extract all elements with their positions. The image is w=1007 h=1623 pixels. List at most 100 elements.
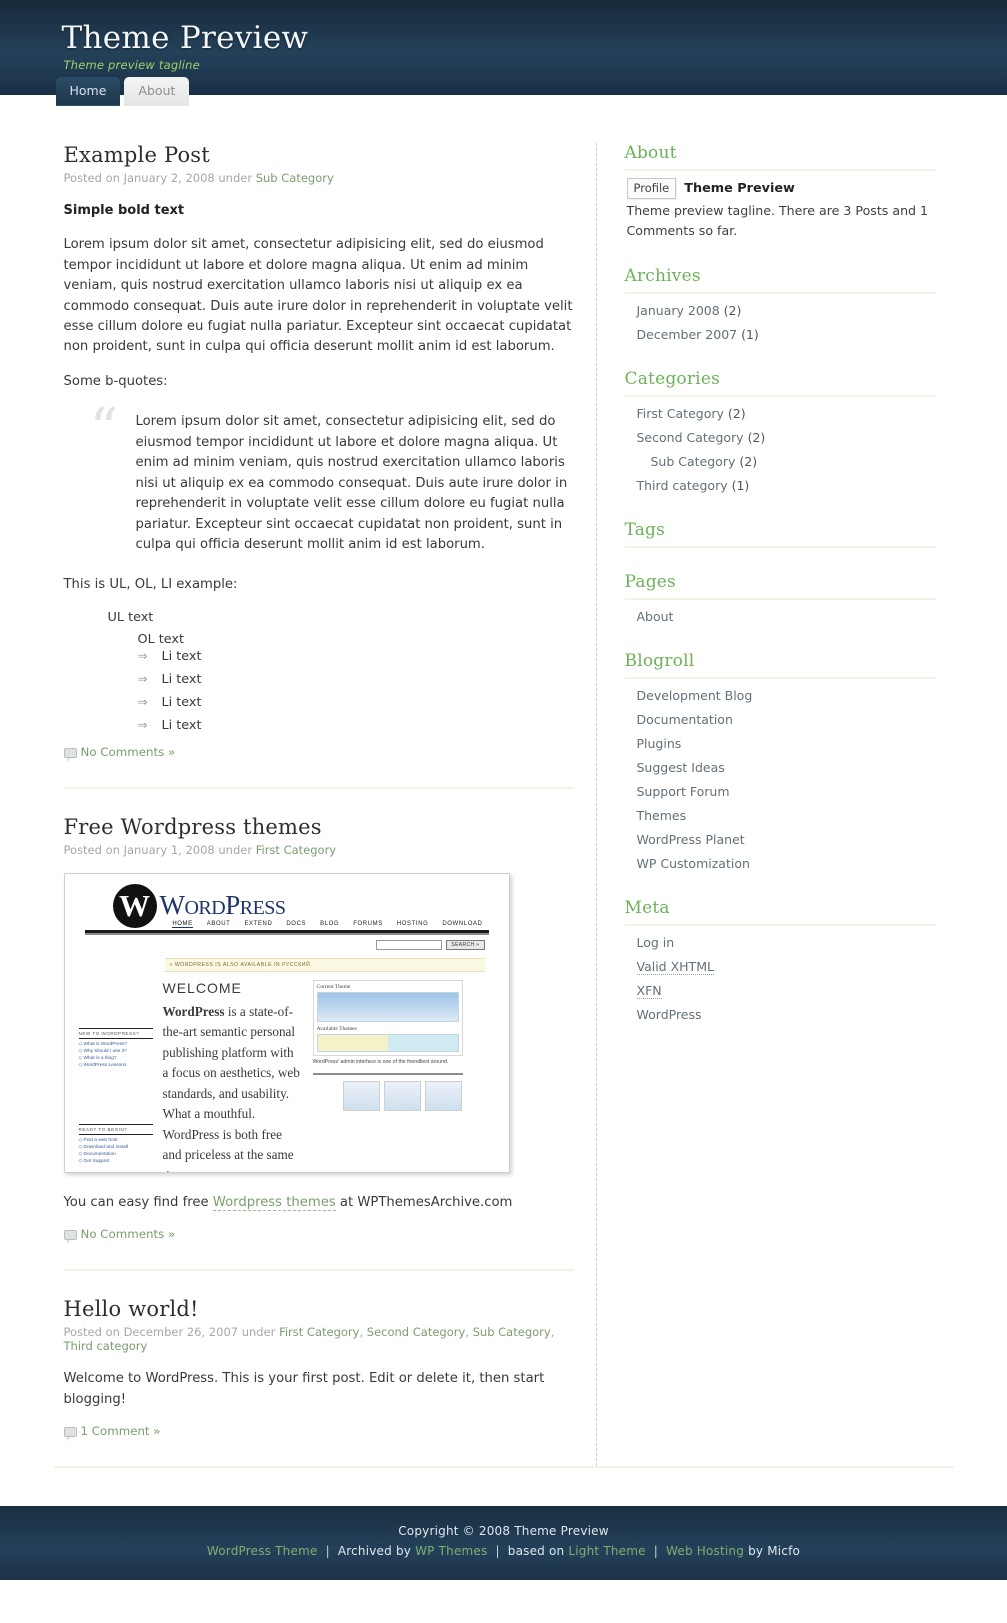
list-item[interactable]: Sub Category (2): [637, 452, 936, 472]
list-item: ⇒ Li text: [138, 649, 574, 664]
ul-item: UL text OL text ⇒ Li text ⇒ Li text ⇒ Li te…: [108, 610, 574, 733]
comments-link-label[interactable]: No Comments »: [81, 1227, 176, 1241]
blogroll-link[interactable]: Development Blog: [637, 688, 753, 703]
content-column: Example Post Posted on January 2, 2008 u…: [54, 143, 584, 1466]
post-title[interactable]: Hello world!: [64, 1297, 574, 1321]
nav-item-about[interactable]: About: [124, 77, 190, 107]
page-link[interactable]: About: [637, 609, 674, 624]
wp-nav-home: HOME: [172, 920, 193, 928]
meta-link-login[interactable]: Log in: [637, 935, 675, 950]
footer-link-wordpress-theme[interactable]: WordPress Theme: [207, 1544, 318, 1558]
list-item[interactable]: January 2008 (2): [637, 301, 936, 321]
footer-link-web-hosting[interactable]: Web Hosting: [666, 1544, 744, 1558]
wordmark-ress: RESS: [239, 897, 286, 920]
wp-side-item: ◇ What is a blog?: [78, 1055, 117, 1061]
list-item[interactable]: Valid XHTML: [636, 957, 936, 977]
blogroll-link[interactable]: Themes: [637, 808, 687, 823]
wordmark-w: W: [159, 890, 185, 921]
post-category-link[interactable]: Second Category: [367, 1325, 466, 1339]
blogroll-link[interactable]: Support Forum: [637, 784, 730, 799]
post-comments-link[interactable]: No Comments »: [63, 745, 574, 762]
list-item[interactable]: Second Category (2): [637, 428, 936, 448]
nav-link-about[interactable]: About: [124, 77, 190, 107]
list-item[interactable]: Plugins: [637, 734, 936, 754]
widget-title-meta: Meta: [624, 898, 936, 926]
category-link[interactable]: Second Category: [637, 430, 744, 445]
meta-link-valid-xhtml[interactable]: Valid XHTML: [636, 958, 714, 975]
li-list: ⇒ Li text ⇒ Li text ⇒ Li text ⇒ Li text: [138, 649, 574, 733]
post-meta-prefix: Posted on December 26, 2007 under: [63, 1325, 276, 1340]
list-item[interactable]: WP Customization: [637, 854, 936, 874]
post-paragraph: Lorem ipsum dolor sit amet, consectetur …: [63, 237, 573, 355]
wordpress-screenshot-image[interactable]: W WORDPRESS HOME ABOUT EXTEND DOCS BLOG: [63, 872, 510, 1173]
comments-link-label[interactable]: No Comments »: [81, 745, 176, 759]
wp-side-item: ◇ What is WordPress?: [78, 1041, 128, 1047]
list-item[interactable]: Log in: [637, 933, 936, 953]
footer-link-wp-themes[interactable]: WP Themes: [415, 1544, 487, 1558]
widget-tags: Tags: [624, 520, 936, 548]
wordpress-themes-link[interactable]: Wordpress themes: [212, 1194, 336, 1211]
list-item[interactable]: December 2007 (1): [637, 325, 936, 345]
wordpress-logo-icon: W: [112, 883, 157, 928]
post-category-link[interactable]: First Category: [256, 843, 336, 857]
list-item[interactable]: First Category (2): [637, 404, 936, 424]
list-item[interactable]: About: [637, 607, 936, 627]
category-link[interactable]: Sub Category: [651, 454, 736, 469]
meta-link-wordpress[interactable]: WordPress: [637, 1007, 702, 1022]
wp-side-item: ◇ Find a web host: [78, 1137, 118, 1143]
ul-item-label: UL text: [107, 609, 154, 625]
post-category-link[interactable]: Sub Category: [256, 171, 334, 185]
list-item[interactable]: WordPress Planet: [637, 830, 936, 850]
widget-title-pages: Pages: [624, 572, 936, 600]
post-comments-link[interactable]: 1 Comment »: [63, 1424, 574, 1442]
primary-nav-bar: Home About: [0, 77, 1007, 123]
post-category-link[interactable]: First Category: [279, 1325, 359, 1339]
list-item-label: Li text: [161, 717, 202, 733]
post-bold-line: Simple bold text: [63, 203, 185, 218]
list-item[interactable]: Development Blog: [637, 686, 936, 706]
blogroll-link[interactable]: WP Customization: [637, 856, 750, 871]
wp-nav-about: ABOUT: [206, 920, 231, 927]
blogroll-link[interactable]: Suggest Ideas: [637, 760, 725, 775]
wp-divider: [312, 1072, 463, 1075]
list-item[interactable]: Suggest Ideas: [637, 758, 936, 778]
blogroll-link[interactable]: Documentation: [637, 712, 733, 727]
blogroll-link[interactable]: Plugins: [637, 736, 682, 751]
arrow-bullet-icon: ⇒: [137, 717, 148, 732]
list-item[interactable]: Documentation: [637, 710, 936, 730]
footer-link-light-theme[interactable]: Light Theme: [568, 1544, 645, 1558]
footer-credits: WordPress Theme | Archived by WP Themes …: [0, 1544, 1007, 1558]
list-item[interactable]: Support Forum: [637, 782, 936, 802]
footer-spacer: [0, 1468, 1007, 1507]
post-title[interactable]: Example Post: [64, 143, 574, 167]
category-link[interactable]: First Category: [637, 406, 724, 421]
post-category-link[interactable]: Sub Category: [473, 1325, 551, 1339]
pages-list: About: [625, 607, 936, 627]
wordpress-homepage-mock: W WORDPRESS HOME ABOUT EXTEND DOCS BLOG: [64, 873, 509, 1172]
post-title[interactable]: Free Wordpress themes: [64, 815, 574, 839]
quote-mark-icon: “: [89, 397, 119, 463]
post-comments-link[interactable]: No Comments »: [63, 1227, 574, 1245]
list-item[interactable]: WordPress: [637, 1005, 936, 1025]
blogroll-link[interactable]: WordPress Planet: [637, 832, 745, 847]
category-link[interactable]: Third category: [637, 478, 728, 493]
wp-nav-forums: FORUMS: [353, 920, 383, 927]
wp-paragraph-1-bold: WordPress: [162, 1003, 225, 1019]
archive-link[interactable]: January 2008: [637, 303, 720, 318]
nav-item-home[interactable]: Home: [55, 77, 121, 107]
list-item[interactable]: Themes: [637, 806, 936, 826]
list-item[interactable]: XFN: [636, 981, 936, 1001]
comments-link-label[interactable]: 1 Comment »: [81, 1424, 161, 1438]
nav-link-home[interactable]: Home: [55, 77, 121, 107]
list-item[interactable]: Third category (1): [637, 476, 936, 496]
arrow-bullet-icon: ⇒: [137, 671, 148, 686]
wp-side-item: ◇ Why should I use it?: [78, 1048, 127, 1054]
post-category-link[interactable]: Third category: [64, 1339, 148, 1353]
archive-link[interactable]: December 2007: [637, 327, 738, 342]
wp-panel-title-available: Available Themes: [316, 1025, 357, 1032]
archive-count: (2): [723, 302, 742, 318]
meta-link-xfn[interactable]: XFN: [636, 982, 662, 999]
widget-title-about: About: [624, 143, 936, 171]
caption-before: You can easy find free: [63, 1194, 213, 1210]
site-title[interactable]: Theme Preview: [62, 22, 954, 55]
